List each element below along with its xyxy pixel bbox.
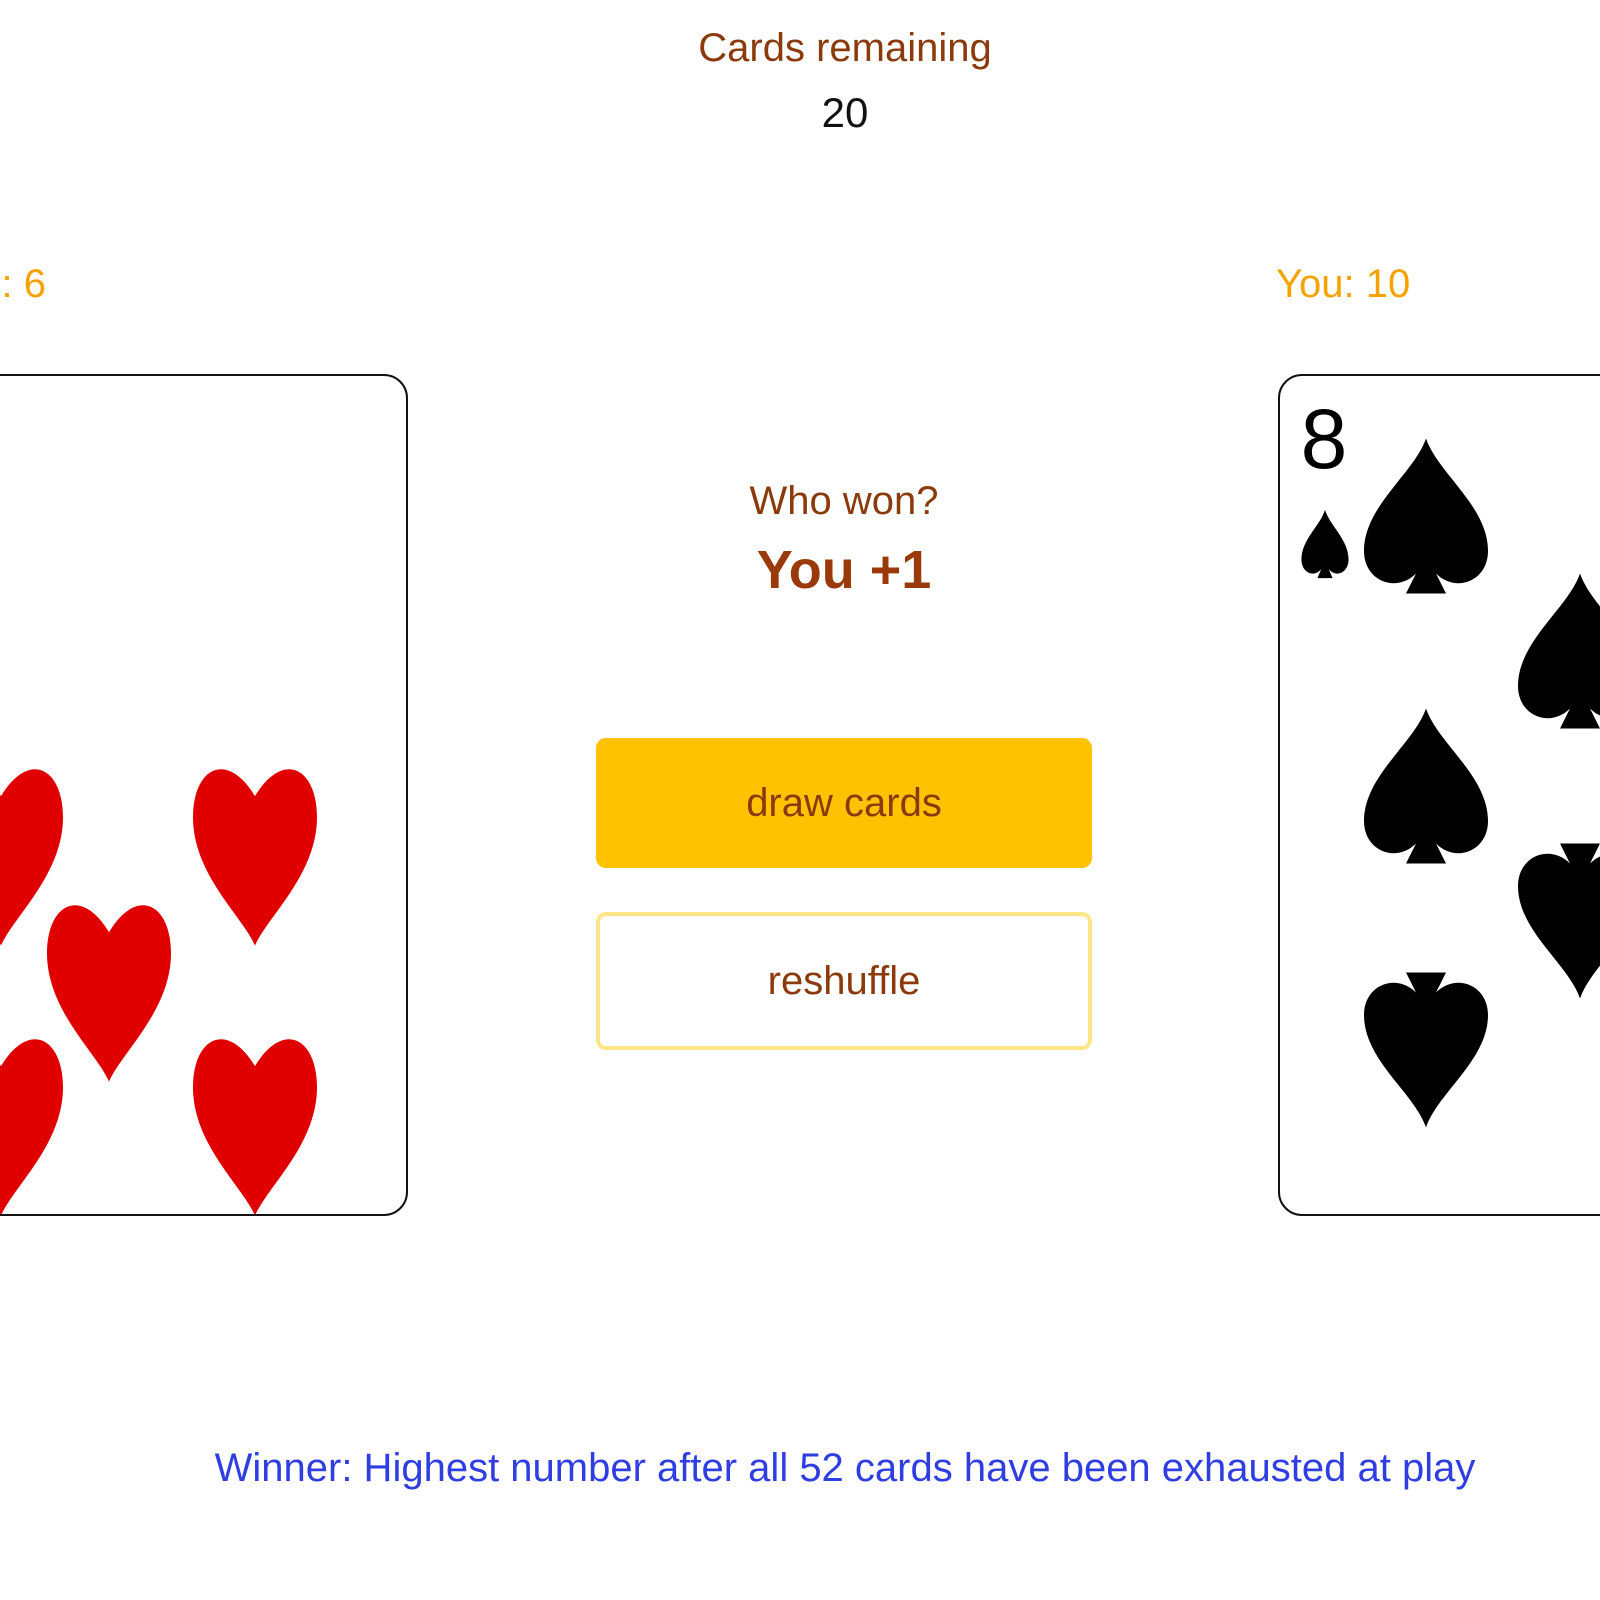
player-card: 8	[1278, 374, 1600, 1216]
game-board: Cards remaining 20 : 6 You: 10 7	[0, 0, 1600, 1600]
heart-icon	[193, 1039, 317, 1214]
card-rank: 8	[1301, 392, 1348, 486]
cards-remaining-label: Cards remaining	[698, 26, 992, 70]
opponent-card-face: 7	[0, 769, 317, 1214]
spade-icon	[1364, 972, 1488, 1128]
opponent-score: : 6	[1, 262, 46, 306]
heart-icon	[0, 1039, 63, 1214]
who-won-label: Who won?	[749, 479, 939, 523]
spade-icon	[1364, 438, 1488, 594]
reshuffle-button[interactable]: reshuffle	[596, 912, 1092, 1050]
opponent-card: 7	[0, 374, 408, 1216]
spade-icon	[1301, 509, 1349, 579]
player-score: You: 10	[1276, 262, 1411, 306]
draw-cards-button[interactable]: draw cards	[596, 738, 1092, 868]
spade-icon	[1518, 843, 1600, 999]
heart-icon	[47, 905, 171, 1082]
spade-icon	[1364, 708, 1488, 864]
spade-icon	[1518, 573, 1600, 729]
cards-remaining-count: 20	[821, 89, 869, 136]
heart-icon	[193, 769, 317, 946]
heart-icon	[0, 769, 63, 946]
winner-rule-text: Winner: Highest number after all 52 card…	[214, 1446, 1476, 1490]
round-result: You +1	[756, 540, 932, 600]
player-card-face: 8	[1301, 392, 1600, 1128]
